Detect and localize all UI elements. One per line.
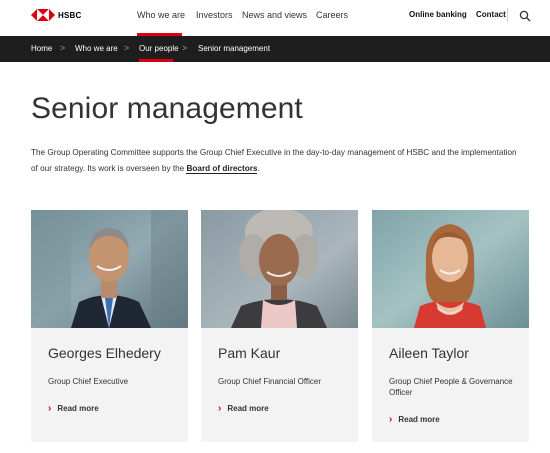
intro-text: The Group Operating Committee supports t… [31, 148, 517, 173]
nav-careers[interactable]: Careers [316, 10, 348, 20]
breadcrumb: Home > Who we are > Our people > Senior … [0, 36, 550, 62]
person-name: Georges Elhedery [48, 345, 161, 361]
intro-paragraph: The Group Operating Committee supports t… [31, 145, 523, 176]
chevron-right-icon: › [48, 403, 52, 414]
breadcrumb-separator: > [60, 43, 66, 53]
read-more-link[interactable]: › Read more [389, 414, 440, 425]
person-role: Group Chief Financial Officer [218, 377, 322, 386]
person-photo [201, 210, 358, 328]
page-title: Senior management [31, 92, 303, 125]
intro-end: . [257, 163, 260, 173]
top-navigation: HSBC Who we are Investors News and views… [0, 0, 550, 36]
hsbc-logo[interactable]: HSBC [31, 9, 81, 21]
breadcrumb-separator: > [124, 43, 130, 53]
breadcrumb-active-indicator [139, 59, 173, 62]
chevron-right-icon: › [218, 403, 222, 414]
breadcrumb-separator: > [182, 43, 188, 53]
breadcrumb-home[interactable]: Home [31, 44, 52, 53]
nav-news-and-views[interactable]: News and views [242, 10, 307, 20]
chevron-right-icon: › [389, 414, 393, 425]
breadcrumb-our-people[interactable]: Our people [139, 44, 179, 53]
brand-name: HSBC [58, 10, 82, 20]
nav-investors[interactable]: Investors [196, 10, 233, 20]
read-more-label: Read more [227, 404, 269, 413]
breadcrumb-who-we-are[interactable]: Who we are [75, 44, 118, 53]
hsbc-hexagon-icon [31, 9, 55, 21]
read-more-link[interactable]: › Read more [48, 403, 99, 414]
nav-who-we-are[interactable]: Who we are [137, 10, 185, 20]
person-name: Pam Kaur [218, 345, 281, 361]
person-card[interactable]: Georges Elhedery Group Chief Executive ›… [31, 210, 188, 442]
online-banking-link[interactable]: Online banking [409, 10, 467, 19]
person-card[interactable]: Aileen Taylor Group Chief People & Gover… [372, 210, 529, 442]
board-of-directors-link[interactable]: Board of directors [186, 163, 258, 174]
read-more-label: Read more [398, 415, 440, 424]
nav-divider [507, 8, 508, 22]
person-role: Group Chief People & Governance Officer [389, 377, 513, 397]
read-more-label: Read more [57, 404, 99, 413]
read-more-link[interactable]: › Read more [218, 403, 269, 414]
person-photo [31, 210, 188, 328]
person-role: Group Chief Executive [48, 377, 129, 386]
person-card[interactable]: Pam Kaur Group Chief Financial Officer ›… [201, 210, 358, 442]
person-photo [372, 210, 529, 328]
search-icon[interactable] [519, 10, 531, 22]
person-name: Aileen Taylor [389, 345, 469, 361]
breadcrumb-current: Senior management [198, 44, 271, 53]
contact-link[interactable]: Contact [476, 10, 506, 19]
